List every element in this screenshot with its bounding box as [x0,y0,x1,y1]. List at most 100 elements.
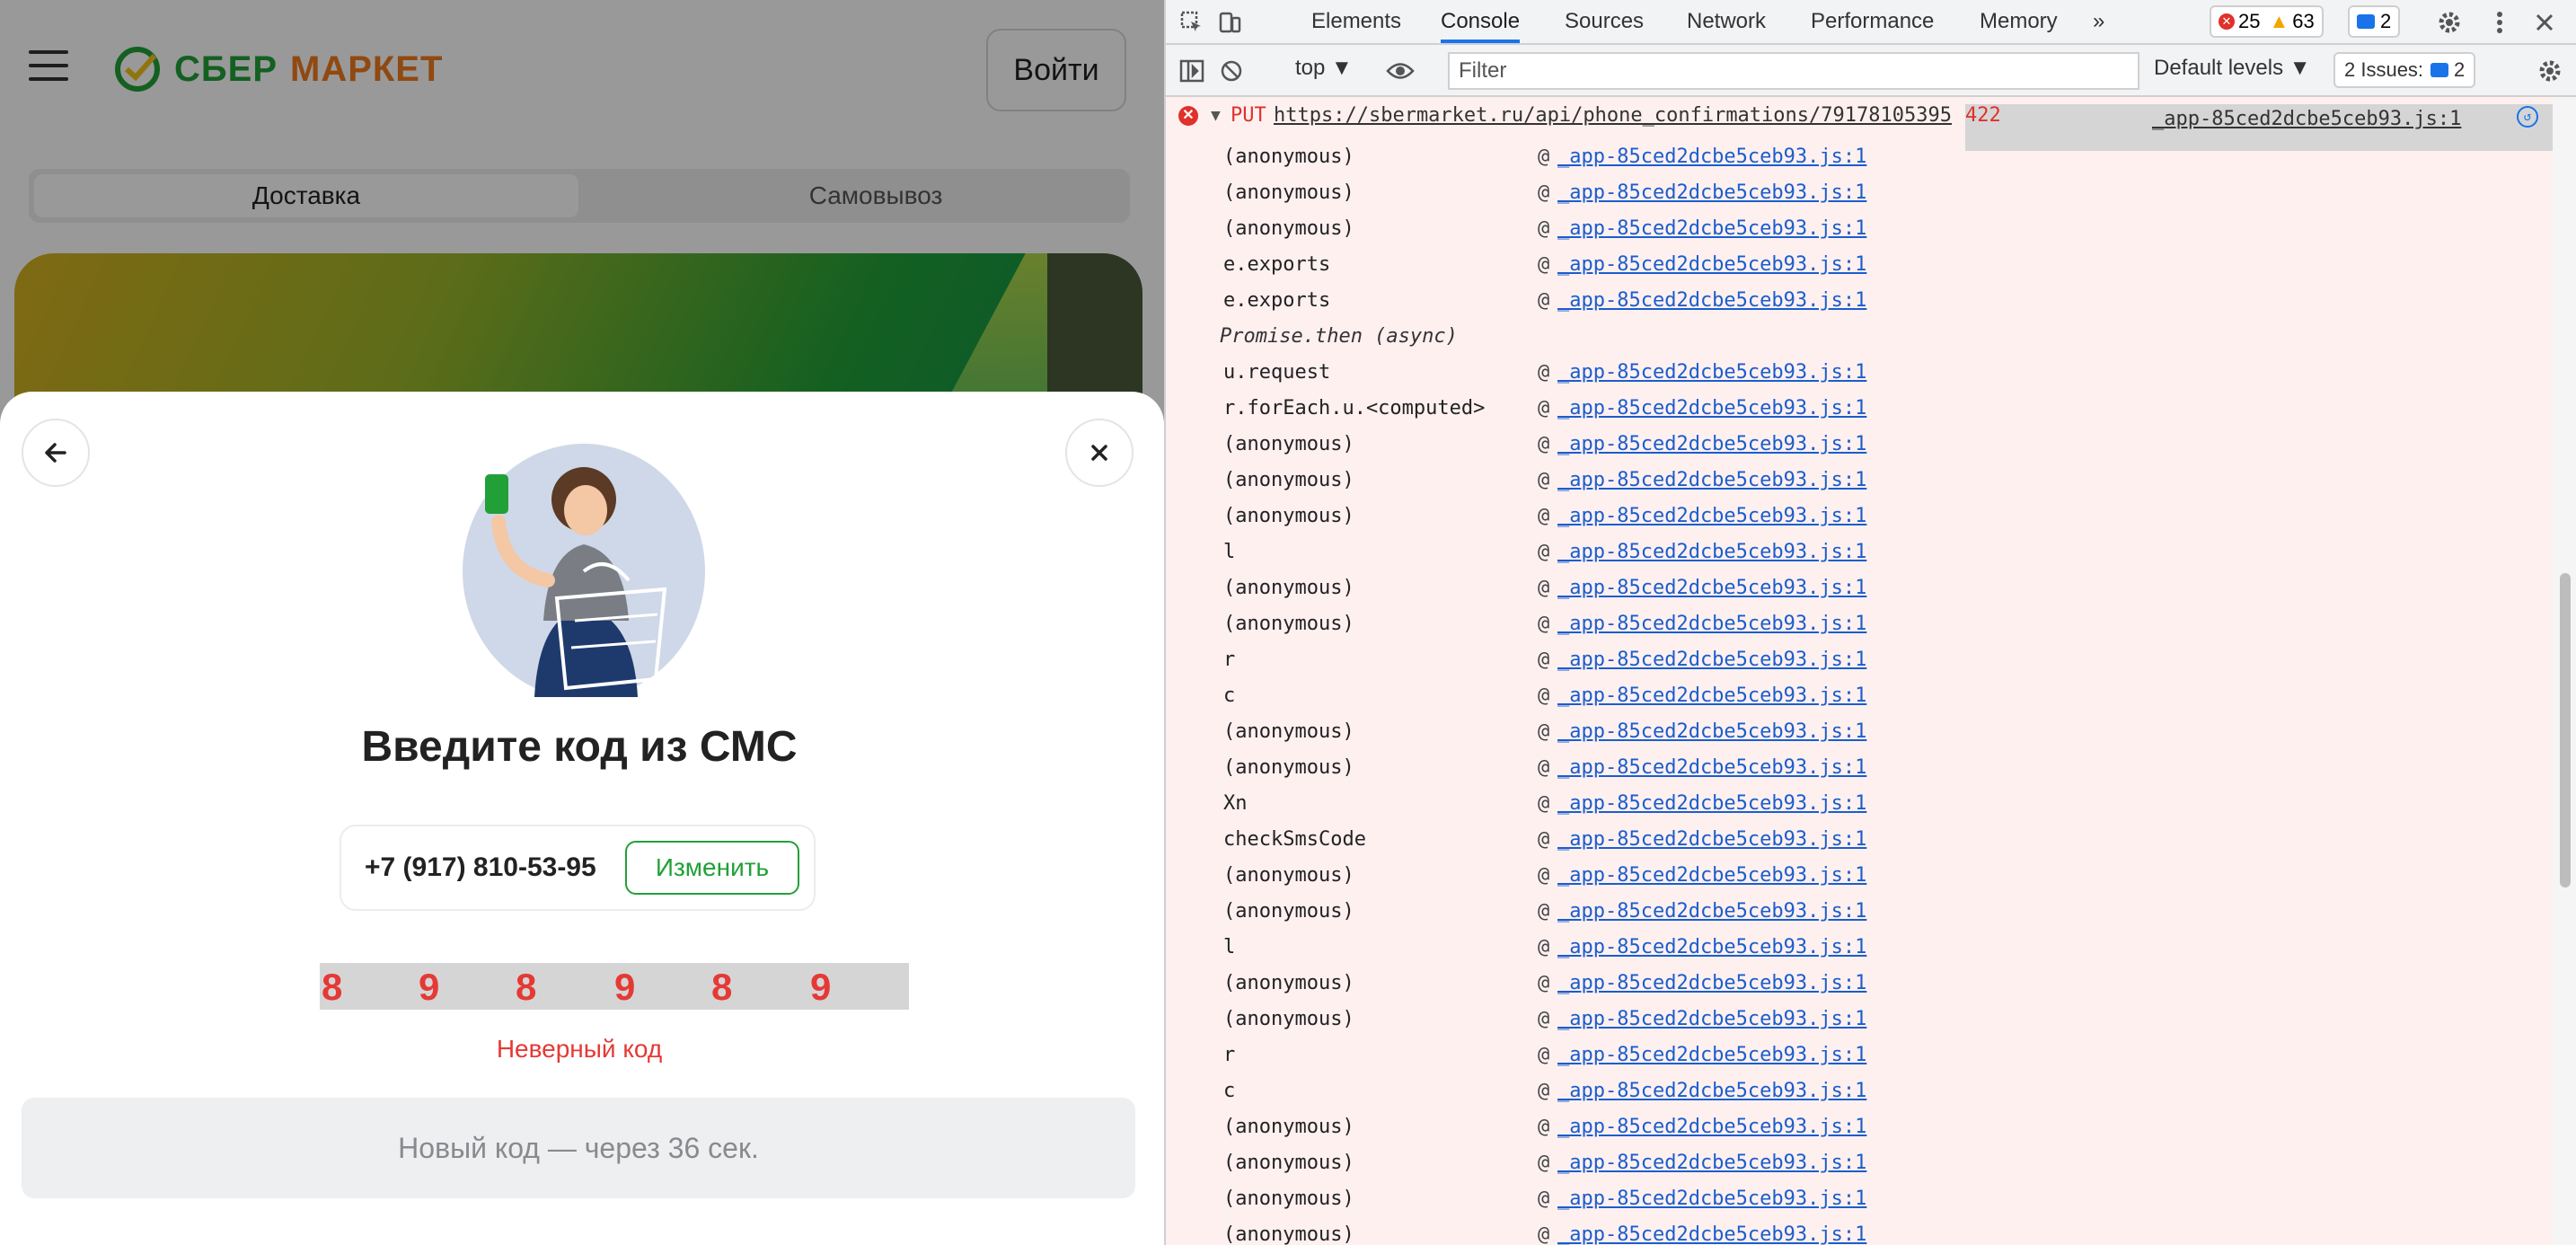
frame-source-link[interactable]: _app-85ced2dcbe5ceb93.js:1 [1557,469,1866,491]
frame-function-name: (anonymous) [1223,864,1354,887]
frame-source-link[interactable]: _app-85ced2dcbe5ceb93.js:1 [1557,1223,1866,1245]
frame-at-sign: @ [1538,146,1550,168]
tab-console[interactable]: Console [1441,0,1521,43]
code-digit: 9 [810,966,832,1008]
source-link[interactable]: _app-85ced2dcbe5ceb93.js:1 [2152,108,2461,130]
frame-at-sign: @ [1538,433,1550,455]
frame-source-link[interactable]: _app-85ced2dcbe5ceb93.js:1 [1557,1152,1866,1174]
frame-at-sign: @ [1538,900,1550,923]
frame-at-sign: @ [1538,1080,1550,1102]
tab-performance[interactable]: Performance [1811,0,1934,43]
error-warning-counter[interactable]: ✕ 25 ▲ 63 [2210,5,2324,38]
more-tabs-button[interactable]: » [2093,0,2104,43]
frame-source-link[interactable]: _app-85ced2dcbe5ceb93.js:1 [1557,613,1866,635]
network-request-icon[interactable]: ↺ [2517,106,2538,128]
code-digit: 8 [711,966,733,1008]
frame-source-link[interactable]: _app-85ced2dcbe5ceb93.js:1 [1557,397,1866,419]
frame-at-sign: @ [1538,541,1550,563]
context-selector[interactable]: top ▼ [1295,56,1353,81]
close-button[interactable] [1065,419,1134,487]
frame-source-link[interactable]: _app-85ced2dcbe5ceb93.js:1 [1557,900,1866,923]
warning-icon: ▲ [2269,10,2289,32]
settings-gear-icon[interactable] [2434,7,2465,38]
frame-at-sign: @ [1538,756,1550,779]
stack-trace: (anonymous) @ _app-85ced2dcbe5ceb93.js:1 (a… [1166,140,2553,1245]
frame-function-name: c [1223,1080,1236,1102]
frame-source-link[interactable]: _app-85ced2dcbe5ceb93.js:1 [1557,289,1866,312]
frame-source-link[interactable]: _app-85ced2dcbe5ceb93.js:1 [1557,864,1866,887]
stack-frame: (anonymous) @ _app-85ced2dcbe5ceb93.js:1 [1166,1182,2553,1218]
frame-source-link[interactable]: _app-85ced2dcbe5ceb93.js:1 [1557,649,1866,671]
frame-at-sign: @ [1538,684,1550,707]
context-value: top [1295,56,1326,80]
tab-elements[interactable]: Elements [1311,0,1401,43]
frame-function-name: (anonymous) [1223,217,1354,240]
frame-source-link[interactable]: _app-85ced2dcbe5ceb93.js:1 [1557,756,1866,779]
frame-at-sign: @ [1538,577,1550,599]
frame-source-link[interactable]: _app-85ced2dcbe5ceb93.js:1 [1557,972,1866,994]
frame-source-link[interactable]: _app-85ced2dcbe5ceb93.js:1 [1557,792,1866,815]
more-options-kebab-icon[interactable] [2484,7,2515,38]
close-devtools-icon[interactable] [2529,7,2560,38]
console-error-message[interactable]: ✕ ▼ PUT https://sbermarket.ru/api/phone_… [1166,97,2554,151]
message-icon [2357,14,2375,29]
frame-source-link[interactable]: _app-85ced2dcbe5ceb93.js:1 [1557,253,1866,276]
console-filter-input[interactable]: Filter [1448,52,2139,90]
frame-source-link[interactable]: _app-85ced2dcbe5ceb93.js:1 [1557,828,1866,851]
stack-frame: c @ _app-85ced2dcbe5ceb93.js:1 [1166,679,2553,715]
request-url-link[interactable]: https://sbermarket.ru/api/phone_confirma… [1274,104,1952,127]
frame-source-link[interactable]: _app-85ced2dcbe5ceb93.js:1 [1557,684,1866,707]
resend-code-button[interactable]: Новый код — через 36 сек. [22,1098,1135,1198]
clear-console-icon[interactable] [1216,56,1247,86]
frame-source-link[interactable]: _app-85ced2dcbe5ceb93.js:1 [1557,433,1866,455]
sms-code-input[interactable]: 8 9 8 9 8 9 [320,963,909,1010]
frame-function-name: (anonymous) [1223,1152,1354,1174]
frame-source-link[interactable]: _app-85ced2dcbe5ceb93.js:1 [1557,720,1866,743]
scrollbar-thumb[interactable] [2560,573,2571,887]
frame-source-link[interactable]: _app-85ced2dcbe5ceb93.js:1 [1557,936,1866,958]
console-settings-gear-icon[interactable] [2535,56,2565,86]
frame-source-link[interactable]: _app-85ced2dcbe5ceb93.js:1 [1557,181,1866,204]
frame-source-link[interactable]: _app-85ced2dcbe5ceb93.js:1 [1557,1080,1866,1102]
frame-function-name: (anonymous) [1223,577,1354,599]
inspect-element-icon[interactable] [1177,7,1207,38]
frame-source-link[interactable]: _app-85ced2dcbe5ceb93.js:1 [1557,1116,1866,1138]
arrow-left-icon [45,443,66,463]
console-scrollbar[interactable] [2553,97,2576,1245]
frame-at-sign: @ [1538,361,1550,384]
modal-title: Введите код из СМС [361,723,798,771]
live-expression-eye-icon[interactable] [1385,56,1416,86]
frame-source-link[interactable]: _app-85ced2dcbe5ceb93.js:1 [1557,1008,1866,1030]
expand-triangle-icon[interactable]: ▼ [1211,106,1221,125]
code-digit: 9 [614,966,636,1008]
tab-network[interactable]: Network [1687,0,1766,43]
messages-counter[interactable]: 2 [2348,5,2401,38]
frame-source-link[interactable]: _app-85ced2dcbe5ceb93.js:1 [1557,505,1866,527]
back-button[interactable] [22,419,90,487]
frame-function-name: e.exports [1223,253,1331,276]
frame-source-link[interactable]: _app-85ced2dcbe5ceb93.js:1 [1557,146,1866,168]
log-levels-value: Default levels [2154,56,2284,80]
frame-function-name: (anonymous) [1223,1223,1354,1245]
log-levels-dropdown[interactable]: Default levels ▼ [2154,56,2311,81]
phone-card: +7 (917) 810-53-95 Изменить [340,825,816,911]
frame-source-link[interactable]: _app-85ced2dcbe5ceb93.js:1 [1557,361,1866,384]
frame-at-sign: @ [1538,1116,1550,1138]
stack-frame: e.exports @ _app-85ced2dcbe5ceb93.js:1 [1166,284,2553,320]
device-toolbar-icon[interactable] [1214,7,1245,38]
change-phone-button[interactable]: Изменить [625,841,799,895]
frame-source-link[interactable]: _app-85ced2dcbe5ceb93.js:1 [1557,1188,1866,1210]
frame-source-link[interactable]: _app-85ced2dcbe5ceb93.js:1 [1557,1044,1866,1066]
tab-sources[interactable]: Sources [1565,0,1644,43]
frame-function-name: (anonymous) [1223,1116,1354,1138]
frame-function-name: (anonymous) [1223,972,1354,994]
frame-function-name: r.forEach.u.<computed> [1223,397,1486,419]
issues-button[interactable]: 2 Issues: 2 [2333,52,2476,88]
stack-frame: u.request @ _app-85ced2dcbe5ceb93.js:1 [1166,356,2553,392]
sidebar-toggle-icon[interactable] [1177,56,1207,86]
frame-source-link[interactable]: _app-85ced2dcbe5ceb93.js:1 [1557,217,1866,240]
frame-source-link[interactable]: _app-85ced2dcbe5ceb93.js:1 [1557,541,1866,563]
code-digit: 9 [419,966,440,1008]
frame-source-link[interactable]: _app-85ced2dcbe5ceb93.js:1 [1557,577,1866,599]
tab-memory[interactable]: Memory [1980,0,2058,43]
